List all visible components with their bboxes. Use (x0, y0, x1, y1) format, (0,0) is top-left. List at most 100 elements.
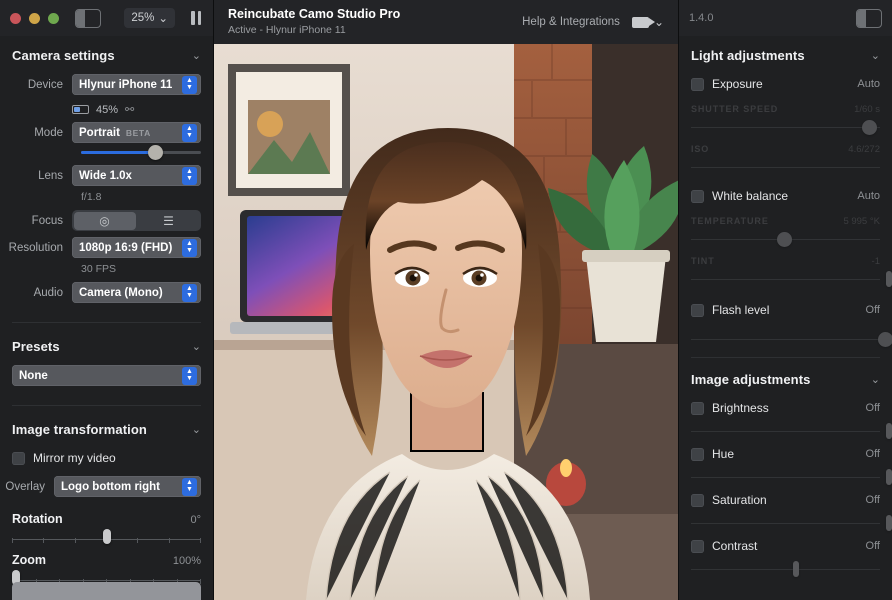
overlay-value: Logo bottom right (61, 480, 160, 493)
saturation-slider[interactable] (679, 513, 892, 533)
focus-mode-segmented[interactable]: ◎ ☰ (72, 210, 201, 231)
right-panel-scroll[interactable]: Light adjustments ⌄ Exposure Auto SHUTTE… (679, 36, 892, 600)
chevron-down-icon[interactable]: ⌄ (871, 373, 880, 386)
brightness-checkbox[interactable] (691, 401, 704, 415)
iso-slider[interactable] (679, 157, 892, 177)
preset-select[interactable]: None ▲ ▼ (12, 365, 201, 386)
contrast-slider[interactable] (679, 559, 892, 579)
lens-row: Lens Wide 1.0x ▲ ▼ (0, 162, 213, 189)
video-camera-icon (631, 16, 655, 28)
rotation-slider[interactable] (0, 528, 213, 544)
version-label: 1.4.0 (689, 12, 714, 24)
shutter-speed-slider[interactable] (679, 117, 892, 137)
chevron-up-down-icon[interactable]: ▲ ▼ (182, 166, 197, 185)
chevron-down-icon[interactable]: ⌄ (192, 49, 201, 62)
left-toolbar: 25% ⌄ (0, 0, 213, 36)
temperature-label: TEMPERATURE (691, 216, 769, 226)
close-button[interactable] (10, 12, 21, 24)
app-title: Reincubate Camo Studio Pro (228, 6, 401, 21)
chevron-down-icon[interactable]: ⌄ (192, 423, 201, 436)
chevron-up-down-icon[interactable]: ▲ ▼ (182, 283, 197, 302)
video-feed[interactable] (214, 44, 678, 600)
mode-label: Mode (34, 126, 63, 139)
bottom-action-button[interactable] (12, 582, 201, 600)
image-adjustments-header[interactable]: Image adjustments ⌄ (679, 360, 892, 395)
temperature-slider[interactable] (679, 229, 892, 249)
hue-checkbox[interactable] (691, 447, 704, 461)
chevron-up-down-icon[interactable]: ▲ ▼ (182, 123, 197, 142)
resolution-select[interactable]: 1080p 16:9 (FHD) ▲ ▼ (72, 237, 201, 258)
device-label: Device (27, 78, 63, 91)
tint-slider[interactable] (679, 269, 892, 289)
contrast-row[interactable]: Contrast Off (679, 533, 892, 559)
chevron-down-icon[interactable]: ⌄ (192, 340, 201, 353)
audio-row: Audio Camera (Mono) ▲ ▼ (0, 279, 213, 306)
mirror-video-row[interactable]: Mirror my video (0, 445, 213, 471)
sidebar-toggle-icon[interactable] (75, 8, 101, 28)
zoom-label: Zoom (12, 553, 47, 567)
video-preview-panel: Reincubate Camo Studio Pro Active - Hlyn… (214, 0, 678, 600)
audio-label: Audio (33, 286, 63, 299)
flash-level-row[interactable]: Flash level Off (679, 297, 892, 323)
temperature-value: 5 995 °K (843, 216, 880, 227)
hue-label: Hue (712, 447, 735, 461)
portrait-blur-slider[interactable] (0, 145, 213, 162)
camera-output-dropdown[interactable]: ⌄ (631, 15, 664, 29)
chevron-up-down-icon[interactable]: ▲ ▼ (182, 75, 197, 94)
chevron-down-icon[interactable]: ⌄ (871, 49, 880, 62)
mode-select[interactable]: Portrait BETA ▲ ▼ (72, 122, 201, 143)
flash-level-checkbox[interactable] (691, 303, 704, 317)
flash-level-label: Flash level (712, 303, 770, 317)
brightness-value: Off (865, 402, 880, 414)
white-balance-checkbox[interactable] (691, 189, 704, 203)
overlay-select[interactable]: Logo bottom right ▲ ▼ (54, 476, 201, 497)
camera-settings-header[interactable]: Camera settings ⌄ (0, 36, 213, 71)
device-select[interactable]: Hlynur iPhone 11 ▲ ▼ (72, 74, 201, 95)
hue-row[interactable]: Hue Off (679, 441, 892, 467)
brightness-row[interactable]: Brightness Off (679, 395, 892, 421)
flash-level-slider[interactable] (679, 323, 892, 347)
contrast-label: Contrast (712, 539, 758, 553)
brightness-label: Brightness (712, 401, 769, 415)
saturation-checkbox[interactable] (691, 493, 704, 507)
audio-select[interactable]: Camera (Mono) ▲ ▼ (72, 282, 201, 303)
white-balance-row[interactable]: White balance Auto (679, 183, 892, 209)
contrast-checkbox[interactable] (691, 539, 704, 553)
saturation-row[interactable]: Saturation Off (679, 487, 892, 513)
sliders-icon[interactable]: ☰ (138, 212, 200, 230)
zoom-button[interactable] (48, 12, 59, 24)
mirror-video-checkbox[interactable] (12, 451, 25, 465)
help-integrations-link[interactable]: Help & Integrations (522, 16, 620, 28)
minimize-button[interactable] (29, 12, 40, 24)
divider (12, 405, 201, 406)
chevron-up-down-icon[interactable]: ▲ ▼ (182, 238, 197, 257)
fps-value: 30 FPS (81, 263, 117, 275)
image-transformation-header[interactable]: Image transformation ⌄ (0, 410, 213, 445)
hue-slider[interactable] (679, 467, 892, 487)
presets-header[interactable]: Presets ⌄ (0, 327, 213, 362)
tint-header: TINT -1 (679, 249, 892, 269)
brightness-slider[interactable] (679, 421, 892, 441)
zoom-level-dropdown[interactable]: 25% ⌄ (124, 8, 175, 28)
chevron-up-down-icon[interactable]: ▲ ▼ (182, 366, 197, 385)
divider (691, 357, 880, 358)
exposure-checkbox[interactable] (691, 77, 704, 91)
right-toolbar: 1.4.0 (679, 0, 892, 36)
focus-row: Focus ◎ ☰ (0, 207, 213, 234)
chevron-up-down-icon[interactable]: ▲ ▼ (182, 477, 197, 496)
exposure-row[interactable]: Exposure Auto (679, 71, 892, 97)
focus-target-icon[interactable]: ◎ (73, 211, 136, 230)
chevron-down-icon: ⌄ (653, 15, 664, 29)
lens-select[interactable]: Wide 1.0x ▲ ▼ (72, 165, 201, 186)
sidebar-toggle-icon[interactable] (856, 8, 882, 28)
shutter-speed-header: SHUTTER SPEED 1/60 s (679, 97, 892, 117)
app-status: Active - Hlynur iPhone 11 (228, 24, 346, 37)
pause-icon[interactable] (189, 9, 203, 27)
right-sidebar: 1.4.0 Light adjustments ⌄ Exposure Auto … (678, 0, 892, 600)
left-panel-scroll[interactable]: Camera settings ⌄ Device Hlynur iPhone 1… (0, 36, 213, 600)
mode-row: Mode Portrait BETA ▲ ▼ (0, 119, 213, 146)
battery-percent: 45% (96, 103, 119, 116)
light-adjustments-header[interactable]: Light adjustments ⌄ (679, 36, 892, 71)
usb-icon: ⚯ (125, 104, 135, 116)
zoom-header: Zoom 100% (0, 543, 213, 569)
